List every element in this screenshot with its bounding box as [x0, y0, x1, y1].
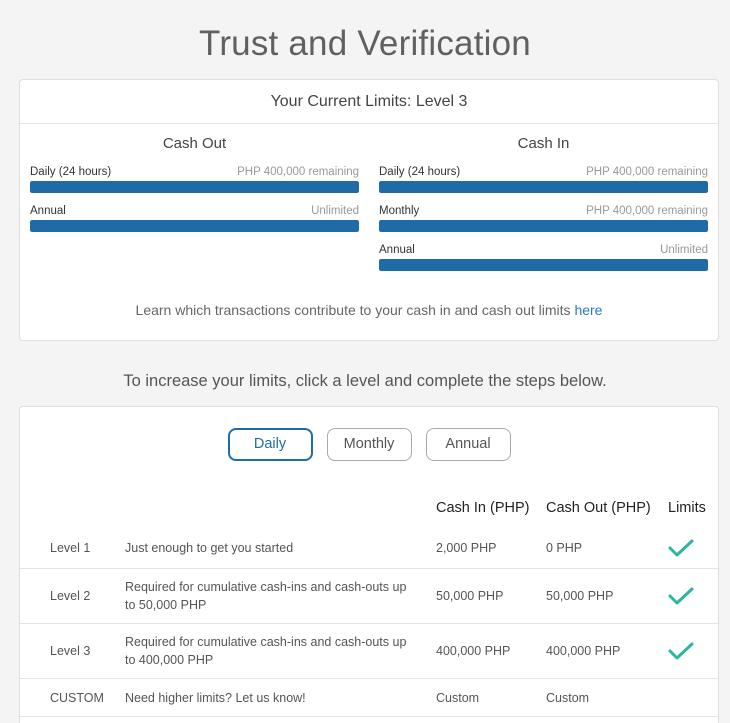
column-header-limits: Limits	[668, 500, 706, 516]
meter-label: Daily (24 hours)	[30, 166, 112, 178]
level-cash-in: 400,000 PHP	[436, 644, 511, 658]
cash-in-annual-meter: Annual Unlimited	[379, 243, 708, 282]
level-name: CUSTOM	[50, 691, 104, 705]
period-toggle: Daily Monthly Annual	[20, 428, 718, 461]
progress-bar	[379, 259, 708, 271]
cash-in-daily-meter: Daily (24 hours) PHP 400,000 remaining	[379, 165, 708, 204]
level-cash-in: 50,000 PHP	[436, 589, 504, 603]
meter-value: PHP 400,000 remaining	[586, 166, 708, 178]
check-icon	[668, 641, 694, 664]
level-cash-out: 400,000 PHP	[546, 644, 621, 658]
levels-table-header: Cash In (PHP) Cash Out (PHP) Limits	[20, 500, 718, 520]
meter-label: Daily (24 hours)	[379, 166, 461, 178]
level-name: Level 1	[50, 541, 91, 555]
current-limits-header: Your Current Limits: Level 3	[20, 80, 718, 124]
cash-in-title: Cash In	[517, 135, 570, 152]
period-monthly-button[interactable]: Monthly	[326, 428, 412, 461]
level-cash-in: Custom	[436, 691, 480, 705]
progress-bar	[30, 220, 359, 232]
increase-instructions: To increase your limits, click a level a…	[123, 372, 607, 390]
table-row[interactable]: Level 1 Just enough to get you started 2…	[20, 529, 718, 569]
level-cash-out: Custom	[546, 691, 590, 705]
cash-out-annual-meter: Annual Unlimited	[30, 204, 359, 243]
check-icon	[668, 586, 694, 609]
levels-card: Daily Monthly Annual Cash In (PHP) Cash …	[19, 406, 719, 723]
progress-bar-fill	[30, 181, 359, 193]
progress-bar-fill	[30, 220, 359, 232]
progress-bar	[379, 181, 708, 193]
progress-bar	[379, 220, 708, 232]
check-icon	[668, 538, 694, 561]
progress-bar-fill	[379, 220, 708, 232]
level-description: Required for cumulative cash-ins and cas…	[125, 580, 407, 612]
cash-in-monthly-meter: Monthly PHP 400,000 remaining	[379, 204, 708, 243]
level-name: Level 3	[50, 644, 91, 658]
level-cash-out: 50,000 PHP	[546, 589, 614, 603]
cash-out-title: Cash Out	[162, 135, 227, 152]
period-annual-button[interactable]: Annual	[425, 428, 511, 461]
progress-bar-fill	[379, 181, 708, 193]
meter-label: Monthly	[379, 205, 420, 217]
progress-bar	[30, 181, 359, 193]
learn-more-text: Learn which transactions contribute to y…	[20, 302, 718, 318]
level-description: Required for cumulative cash-ins and cas…	[125, 635, 407, 667]
cash-out-daily-meter: Daily (24 hours) PHP 400,000 remaining	[30, 165, 359, 204]
column-header-cash-in: Cash In (PHP)	[436, 500, 530, 516]
learn-more-label: Learn which transactions contribute to y…	[135, 302, 575, 318]
table-row[interactable]: CUSTOM Need higher limits? Let us know! …	[20, 679, 718, 717]
progress-bar-fill	[379, 259, 708, 271]
level-description: Just enough to get you started	[125, 541, 294, 555]
cash-in-column: Cash In Daily (24 hours) PHP 400,000 rem…	[379, 135, 708, 282]
meter-label: Annual	[30, 205, 66, 217]
column-header-cash-out: Cash Out (PHP)	[546, 500, 651, 516]
page-title: Trust and Verification	[199, 24, 531, 63]
level-cash-out: 0 PHP	[546, 541, 583, 555]
learn-more-link[interactable]: here	[574, 302, 602, 318]
meter-label: Annual	[379, 244, 415, 256]
period-daily-button[interactable]: Daily	[227, 428, 313, 461]
current-limits-card: Your Current Limits: Level 3 Cash Out Da…	[19, 79, 719, 341]
level-description: Need higher limits? Let us know!	[125, 691, 306, 705]
table-row[interactable]: Level 3 Required for cumulative cash-ins…	[20, 624, 718, 679]
level-cash-in: 2,000 PHP	[436, 541, 497, 555]
table-row[interactable]: Level 2 Required for cumulative cash-ins…	[20, 569, 718, 624]
meter-value: Unlimited	[311, 205, 359, 217]
cash-out-column: Cash Out Daily (24 hours) PHP 400,000 re…	[30, 135, 359, 243]
level-name: Level 2	[50, 589, 91, 603]
meter-value: Unlimited	[660, 244, 708, 256]
meter-value: PHP 400,000 remaining	[237, 166, 359, 178]
meter-value: PHP 400,000 remaining	[586, 205, 708, 217]
